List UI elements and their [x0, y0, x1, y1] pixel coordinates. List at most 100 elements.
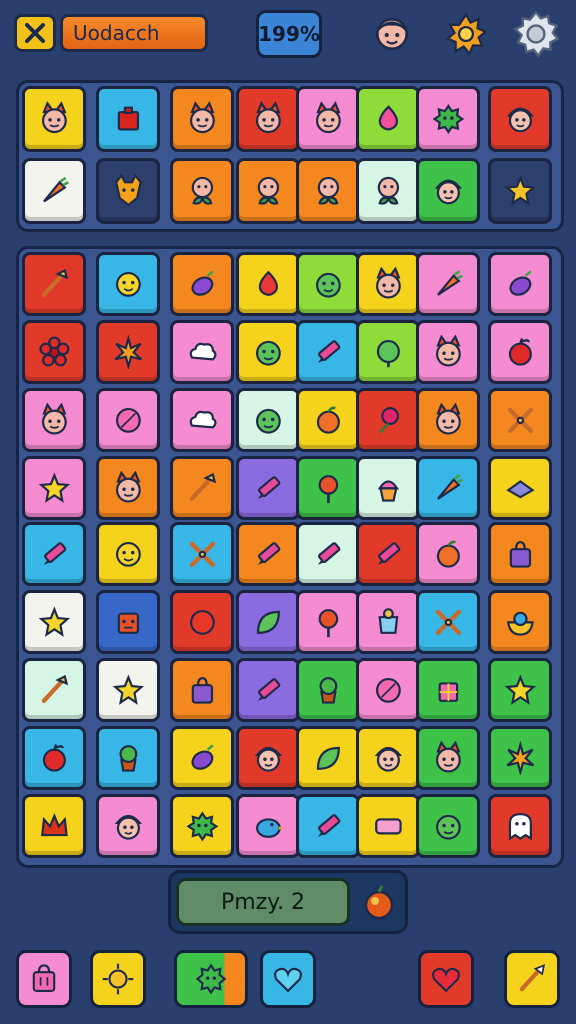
- game-tile[interactable]: [236, 252, 300, 316]
- game-tile[interactable]: [22, 522, 86, 586]
- game-tile[interactable]: [356, 794, 420, 858]
- game-tile[interactable]: [488, 388, 552, 452]
- game-tile[interactable]: [22, 794, 86, 858]
- game-tile[interactable]: [356, 456, 420, 520]
- game-tile[interactable]: [356, 388, 420, 452]
- game-tile[interactable]: [236, 320, 300, 384]
- game-tile[interactable]: [96, 456, 160, 520]
- game-tile[interactable]: [296, 388, 360, 452]
- game-tile[interactable]: [96, 252, 160, 316]
- game-tile[interactable]: [296, 590, 360, 654]
- game-tile[interactable]: [416, 658, 480, 722]
- game-tile[interactable]: [236, 590, 300, 654]
- monster-button[interactable]: [174, 950, 248, 1008]
- game-tile[interactable]: [170, 320, 234, 384]
- brush-button[interactable]: [504, 950, 560, 1008]
- game-tile[interactable]: [356, 658, 420, 722]
- game-tile[interactable]: [416, 158, 480, 224]
- game-tile[interactable]: [96, 726, 160, 790]
- game-tile[interactable]: [488, 590, 552, 654]
- settings-button[interactable]: [510, 8, 562, 60]
- game-tile[interactable]: [170, 522, 234, 586]
- game-tile[interactable]: [356, 252, 420, 316]
- game-tile[interactable]: [170, 726, 234, 790]
- game-tile[interactable]: [96, 590, 160, 654]
- game-tile[interactable]: [22, 320, 86, 384]
- game-tile[interactable]: [416, 388, 480, 452]
- crossed-icon: [507, 407, 533, 433]
- game-tile[interactable]: [22, 388, 86, 452]
- game-tile[interactable]: [356, 86, 420, 152]
- heart-button[interactable]: [260, 950, 316, 1008]
- game-tile[interactable]: [170, 252, 234, 316]
- game-tile[interactable]: [170, 794, 234, 858]
- game-tile[interactable]: [416, 590, 480, 654]
- game-tile[interactable]: [236, 794, 300, 858]
- game-tile[interactable]: [356, 158, 420, 224]
- shop-button[interactable]: [16, 950, 72, 1008]
- game-tile[interactable]: [296, 794, 360, 858]
- game-tile[interactable]: [170, 158, 234, 224]
- game-tile[interactable]: [296, 726, 360, 790]
- game-tile[interactable]: [296, 158, 360, 224]
- game-tile[interactable]: [96, 658, 160, 722]
- bird-icon: [255, 817, 284, 838]
- game-tile[interactable]: [488, 252, 552, 316]
- game-tile[interactable]: [96, 522, 160, 586]
- game-tile[interactable]: [170, 86, 234, 152]
- game-tile[interactable]: [236, 388, 300, 452]
- game-tile[interactable]: [416, 794, 480, 858]
- game-tile[interactable]: [416, 522, 480, 586]
- game-tile[interactable]: [488, 320, 552, 384]
- game-tile[interactable]: [96, 320, 160, 384]
- game-tile[interactable]: [488, 794, 552, 858]
- game-tile[interactable]: [416, 320, 480, 384]
- game-tile[interactable]: [296, 456, 360, 520]
- game-tile[interactable]: [96, 158, 160, 224]
- game-tile[interactable]: [356, 590, 420, 654]
- game-tile[interactable]: [356, 320, 420, 384]
- game-tile[interactable]: [416, 456, 480, 520]
- game-tile[interactable]: [170, 658, 234, 722]
- sun-button[interactable]: [90, 950, 146, 1008]
- game-tile[interactable]: [22, 590, 86, 654]
- game-tile[interactable]: [22, 158, 86, 224]
- game-tile[interactable]: [96, 86, 160, 152]
- game-tile[interactable]: [236, 158, 300, 224]
- game-tile[interactable]: [416, 726, 480, 790]
- sun-button[interactable]: [440, 8, 492, 60]
- game-tile[interactable]: [356, 726, 420, 790]
- game-tile[interactable]: [296, 252, 360, 316]
- game-tile[interactable]: [488, 726, 552, 790]
- game-tile[interactable]: [488, 456, 552, 520]
- game-tile[interactable]: [236, 726, 300, 790]
- game-tile[interactable]: [170, 590, 234, 654]
- game-tile[interactable]: [296, 320, 360, 384]
- game-tile[interactable]: [236, 86, 300, 152]
- game-tile[interactable]: [296, 86, 360, 152]
- game-tile[interactable]: [22, 86, 86, 152]
- game-tile[interactable]: [96, 388, 160, 452]
- game-tile[interactable]: [356, 522, 420, 586]
- game-tile[interactable]: [22, 726, 86, 790]
- game-tile[interactable]: [236, 456, 300, 520]
- like-button[interactable]: [418, 950, 474, 1008]
- game-tile[interactable]: [488, 158, 552, 224]
- game-tile[interactable]: [170, 388, 234, 452]
- game-tile[interactable]: [488, 658, 552, 722]
- close-button[interactable]: [14, 14, 56, 52]
- avatar-button[interactable]: [366, 8, 418, 60]
- game-tile[interactable]: [170, 456, 234, 520]
- game-tile[interactable]: [236, 522, 300, 586]
- game-tile[interactable]: [22, 252, 86, 316]
- game-tile[interactable]: [296, 658, 360, 722]
- game-tile[interactable]: [416, 86, 480, 152]
- game-tile[interactable]: [488, 522, 552, 586]
- game-tile[interactable]: [488, 86, 552, 152]
- game-tile[interactable]: [22, 456, 86, 520]
- game-tile[interactable]: [296, 522, 360, 586]
- game-tile[interactable]: [236, 658, 300, 722]
- game-tile[interactable]: [96, 794, 160, 858]
- game-tile[interactable]: [416, 252, 480, 316]
- game-tile[interactable]: [22, 658, 86, 722]
